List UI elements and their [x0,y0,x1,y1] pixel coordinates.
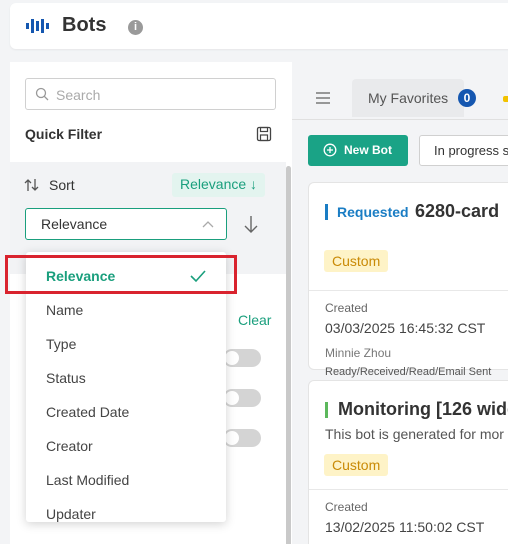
sort-option-status[interactable]: Status [26,361,226,395]
save-icon[interactable] [256,126,272,142]
sort-option-created-date[interactable]: Created Date [26,395,226,429]
menu-icon[interactable] [316,92,330,104]
status-label: Requested [337,204,409,220]
bot-card[interactable]: Monitoring [126 widg This bot is generat… [308,380,508,544]
tab-indicator [503,96,508,102]
scrollbar[interactable] [286,166,291,544]
bot-title[interactable]: Monitoring [126 widg [338,399,508,420]
search-input[interactable]: Search [25,78,276,110]
type-badge: Custom [324,454,389,476]
tab-divider [292,119,508,120]
card-divider [309,290,508,291]
info-icon[interactable]: i [128,20,143,35]
sort-select-value: Relevance [41,216,108,232]
status-bar [325,402,328,418]
sort-badge: Relevance ↓ [172,173,266,197]
tab-label: My Favorites [368,90,449,106]
in-progress-filter-button[interactable]: In progress s [419,135,508,166]
creator-name: Minnie Zhou [325,346,392,360]
search-placeholder: Search [56,87,101,103]
sort-option-name[interactable]: Name [26,293,226,327]
filter-toggle-3[interactable] [223,429,261,447]
sort-option-updater[interactable]: Updater [26,497,226,531]
highlight-annotation [5,255,237,294]
filter-toggle-2[interactable] [223,389,261,407]
sort-option-type[interactable]: Type [26,327,226,361]
in-progress-label: In progress s [434,143,508,158]
clear-link[interactable]: Clear [238,312,271,328]
new-bot-button[interactable]: New Bot [308,135,408,166]
new-bot-label: New Bot [344,143,392,157]
sort-select[interactable]: Relevance [25,208,227,240]
sort-option-creator[interactable]: Creator [26,429,226,463]
sort-label: Sort [49,177,75,193]
type-badge: Custom [324,250,389,272]
created-label: Created [325,500,368,514]
search-icon [35,87,49,101]
bot-card[interactable]: Requested 6280-card Custom Created 03/03… [308,182,508,370]
created-label: Created [325,301,368,315]
bot-title[interactable]: 6280-card [415,201,499,222]
status-bar [325,204,328,220]
plus-circle-icon [323,143,337,157]
bars-chart-icon [26,19,49,33]
card-divider [309,489,508,490]
card-footer: Ready/Received/Read/Email Sent [325,366,492,378]
created-value: 13/02/2025 11:50:02 CST [325,519,485,535]
created-value: 03/03/2025 16:45:32 CST [325,320,486,336]
page-title: Bots [62,14,107,36]
count-badge: 0 [458,89,476,107]
page-header: Bots i [10,3,508,49]
filter-toggle-1[interactable] [223,349,261,367]
sort-option-last-modified[interactable]: Last Modified [26,463,226,497]
tab-my-favorites[interactable]: My Favorites 0 [352,79,476,117]
bot-description: This bot is generated for mor [325,426,504,442]
arrow-down-icon[interactable] [243,214,259,234]
quick-filter-label: Quick Filter [25,126,103,142]
sort-icon [24,179,39,191]
chevron-up-icon [202,221,214,228]
